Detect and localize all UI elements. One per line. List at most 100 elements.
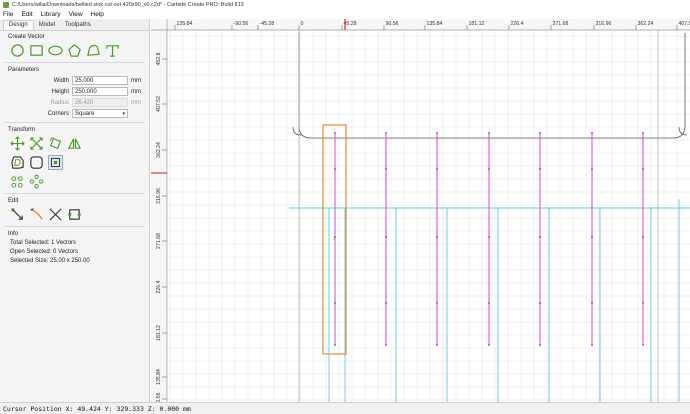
transform-tools-row-2	[0, 154, 149, 173]
vector-node	[334, 344, 336, 346]
create-vector-heading: Create Vector	[8, 34, 45, 40]
corners-value: Square	[75, 111, 95, 117]
height-label: Height	[51, 88, 69, 95]
vector-node	[334, 302, 336, 304]
knife-icon[interactable]	[29, 207, 44, 222]
title-bar: C:/Users/wilia/Downloads/bellied sink cu…	[0, 0, 690, 9]
edit-heading: Edit	[8, 198, 19, 204]
vector-node	[488, 132, 490, 134]
vector-node	[642, 344, 644, 346]
vector-node	[436, 236, 438, 238]
status-bar: Cursor Position X: 49.424 Y: 329.333 Z: …	[0, 402, 690, 414]
join-icon[interactable]	[67, 207, 82, 222]
vector-node	[539, 344, 541, 346]
circular-array-icon[interactable]	[29, 174, 44, 189]
left-ruler-label: 452.8	[156, 52, 162, 65]
left-ruler-label: 135.84	[156, 369, 162, 385]
scale-icon[interactable]	[29, 136, 44, 151]
tab-model[interactable]: Model	[34, 21, 60, 30]
vectors	[322, 124, 644, 355]
rulers: 135.84 -90.56 -45.28 0 45.28 90.56 135.84 181.1…	[151, 19, 690, 402]
radius-label: Radius	[50, 99, 69, 106]
vector-node	[385, 302, 387, 304]
create-vector-tools	[0, 42, 149, 61]
trim-icon[interactable]	[48, 207, 63, 222]
design-canvas[interactable]: 135.84 -90.56 -45.28 0 45.28 90.56 135.84 181.1…	[151, 19, 690, 402]
rotate-icon[interactable]	[48, 136, 63, 151]
vector-node	[436, 132, 438, 134]
top-ruler-label: 90.56	[386, 21, 399, 27]
canvas-drawing[interactable]: 135.84 -90.56 -45.28 0 45.28 90.56 135.84 181.1…	[151, 19, 690, 402]
corners-label: Corners	[47, 110, 69, 117]
design-panel: Design Model Toolpaths Create Vector Par…	[0, 19, 150, 402]
vector-node	[539, 168, 541, 170]
menu-edit[interactable]: Edit	[21, 11, 32, 18]
vector-node	[385, 344, 387, 346]
circle-tool-icon[interactable]	[10, 43, 25, 58]
tab-toolpaths[interactable]: Toolpaths	[60, 21, 96, 30]
top-ruler-label: 135.84	[427, 21, 443, 27]
width-label: Width	[53, 77, 69, 84]
radius-row: Radius 26.420 mm	[0, 97, 149, 108]
top-ruler-label: 407.52	[679, 21, 690, 27]
left-ruler-label: 181.12	[156, 325, 162, 341]
height-field[interactable]: 250.000	[72, 87, 128, 96]
vector-node	[436, 168, 438, 170]
vector-node	[488, 236, 490, 238]
vector-node	[436, 302, 438, 304]
panel-tabs: Design Model Toolpaths	[0, 19, 149, 31]
width-field[interactable]: 25.000	[72, 76, 128, 85]
cursor-position: Cursor Position X: 49.424 Y: 329.333 Z: …	[3, 404, 191, 413]
curve-tool-icon[interactable]	[86, 43, 101, 58]
top-ruler-label: -45.28	[260, 21, 275, 27]
top-ruler-label: 226.4	[511, 21, 524, 27]
vector-node	[334, 132, 336, 134]
array-icon[interactable]	[10, 174, 25, 189]
window-title: C:/Users/wilia/Downloads/bellied sink cu…	[12, 1, 244, 8]
vector-node	[642, 302, 644, 304]
menu-file[interactable]: File	[3, 11, 13, 18]
chevron-down-icon: ▾	[122, 111, 125, 117]
node-edit-icon[interactable]	[10, 207, 25, 222]
top-ruler-label: 362.24	[638, 21, 654, 27]
text-tool-icon[interactable]	[105, 43, 120, 58]
left-ruler-label: 90.56	[156, 392, 162, 402]
radius-unit: mm	[131, 99, 141, 106]
menu-view[interactable]: View	[69, 11, 83, 18]
vector-node	[591, 132, 593, 134]
vector-node	[488, 344, 490, 346]
offset-icon[interactable]	[10, 155, 25, 170]
align-icon[interactable]	[48, 155, 63, 170]
vector-node	[385, 132, 387, 134]
vector-node	[539, 236, 541, 238]
rectangle-tool-icon[interactable]	[29, 43, 44, 58]
move-icon[interactable]	[10, 136, 25, 151]
menu-help[interactable]: Help	[91, 11, 104, 18]
vector-node	[539, 132, 541, 134]
grid	[167, 30, 690, 402]
vector-node	[488, 168, 490, 170]
transform-tools-row-1	[0, 135, 149, 154]
left-ruler-label: 226.4	[156, 280, 162, 293]
radius-field: 26.420	[72, 98, 128, 107]
menu-library[interactable]: Library	[41, 11, 61, 18]
left-ruler-label: 316.96	[156, 188, 162, 204]
polygon-tool-icon[interactable]	[67, 43, 82, 58]
top-ruler-label: 271.68	[553, 21, 569, 27]
height-row: Height 250.000 mm	[0, 86, 149, 97]
left-ruler-label: 271.68	[156, 233, 162, 249]
info-total-selected: Total Selected: 1 Vectors	[10, 240, 77, 246]
width-row: Width 25.000 mm	[0, 75, 149, 86]
info-open-selected: Open Selected: 0 Vectors	[10, 249, 79, 255]
height-unit: mm	[131, 88, 141, 95]
vector-node	[591, 344, 593, 346]
tab-design[interactable]: Design	[3, 20, 34, 30]
mirror-icon[interactable]	[67, 136, 82, 151]
vector-node	[334, 236, 336, 238]
transform-tools-row-3	[0, 173, 149, 192]
fillet-icon[interactable]	[29, 155, 44, 170]
corners-select[interactable]: Square ▾	[72, 109, 128, 118]
top-ruler-label: 0	[301, 21, 304, 27]
vector-node	[488, 302, 490, 304]
ellipse-tool-icon[interactable]	[48, 43, 63, 58]
